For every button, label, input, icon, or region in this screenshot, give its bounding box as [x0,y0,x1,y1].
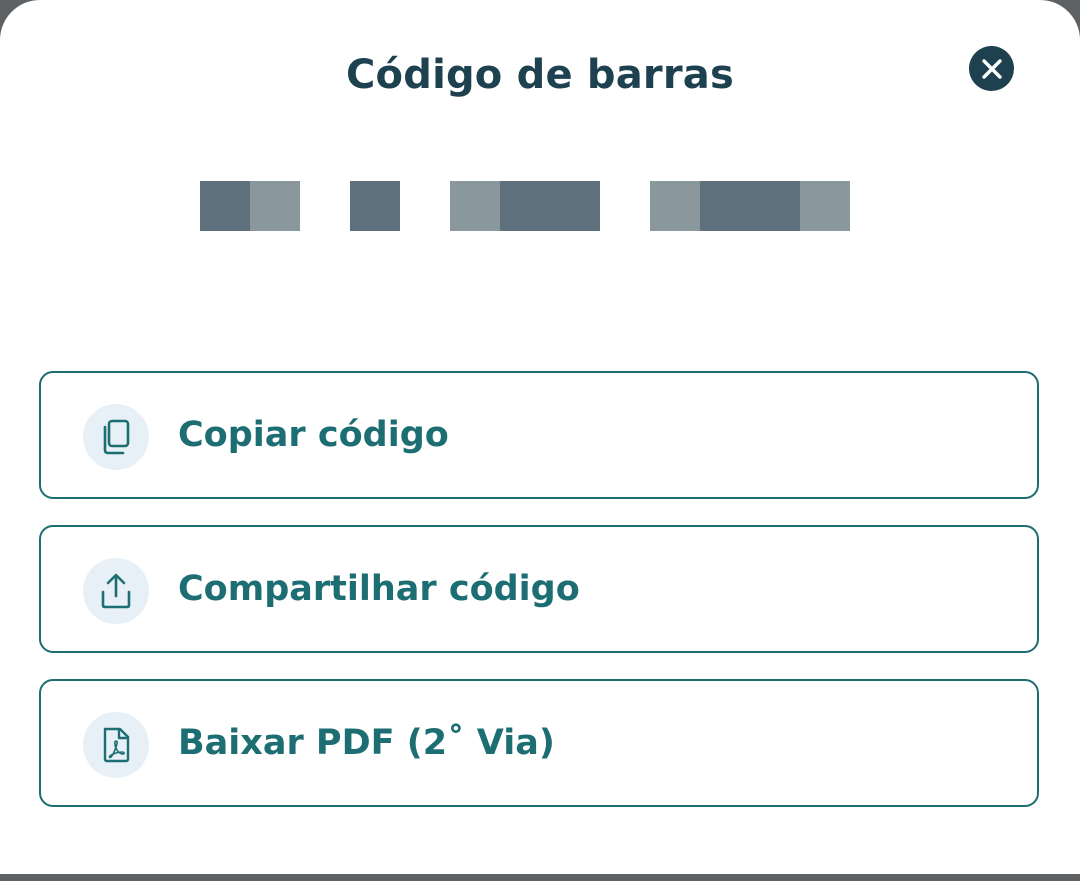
obscured-segment [650,181,700,231]
copy-code-button[interactable]: Copiar código [39,371,1039,499]
obscured-segment [250,181,300,231]
barcode-modal: Código de barras Copiar código Compartil… [0,0,1080,874]
pdf-file-icon [103,727,130,763]
copy-icon-badge [83,404,149,470]
close-icon [981,58,1002,79]
copy-code-label: Copiar código [178,415,449,455]
obscured-segment [700,181,800,231]
download-pdf-button[interactable]: Baixar PDF (2˚ Via) [39,679,1039,807]
share-icon-badge [83,558,149,624]
copy-icon [103,419,130,455]
obscured-segment [350,181,400,231]
modal-title: Código de barras [346,52,734,98]
share-icon [101,573,131,609]
close-button[interactable] [969,46,1014,91]
obscured-segment [500,181,600,231]
share-code-button[interactable]: Compartilhar código [39,525,1039,653]
obscured-segment [800,181,850,231]
obscured-segment [200,181,250,231]
barcode-digits-obscured [200,181,850,231]
pdf-icon-badge [83,712,149,778]
obscured-segment [450,181,500,231]
download-pdf-label: Baixar PDF (2˚ Via) [178,723,555,763]
share-code-label: Compartilhar código [178,569,580,609]
